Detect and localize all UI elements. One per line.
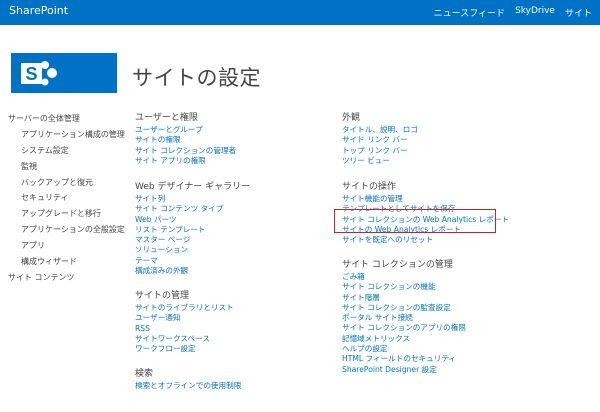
sites-link[interactable]: サイト [565, 6, 592, 19]
suite-bar: SharePoint ニュースフィード SkyDrive サイト [0, 0, 600, 25]
page-title: サイトの設定 [132, 66, 261, 90]
link-site-app-permissions[interactable]: サイト アプリの権限 [135, 156, 335, 166]
sharepoint-logo-icon: S [21, 61, 57, 86]
link-quick-launch[interactable]: サイド リンク バー [342, 135, 542, 145]
link-list-templates[interactable]: リスト テンプレート [135, 225, 335, 235]
link-libraries-lists[interactable]: サイトのライブラリとリスト [135, 303, 335, 313]
link-site-collection-app-permissions[interactable]: サイト コレクションのアプリの権限 [342, 323, 542, 333]
section-web-designer-galleries: Web デザイナー ギャラリー サイト列 サイト コンテンツ タイプ Web パ… [135, 181, 335, 276]
section-heading: ユーザーと権限 [135, 113, 198, 123]
nav-item-security[interactable]: セキュリティ [8, 190, 125, 206]
link-site-collection-features[interactable]: サイト コレクションの機能 [342, 282, 542, 292]
link-composed-looks[interactable]: 構成済みの外観 [135, 266, 335, 276]
section-heading: サイト コレクションの管理 [342, 260, 453, 270]
link-workflow-settings[interactable]: ワークフロー設定 [135, 344, 335, 354]
sharepoint-brand[interactable]: SharePoint [9, 4, 68, 17]
link-site-hierarchy[interactable]: サイト階層 [342, 293, 542, 303]
link-help-settings[interactable]: ヘルプの設定 [342, 344, 542, 354]
link-themes[interactable]: テーマ [135, 256, 335, 266]
link-content-types[interactable]: サイト コンテンツ タイプ [135, 204, 335, 214]
section-site-administration: サイトの管理 サイトのライブラリとリスト ユーザー通知 RSS サイトワークスペ… [135, 290, 335, 354]
nav-item-system-settings[interactable]: システム設定 [8, 143, 125, 159]
nav-item-upgrade-migration[interactable]: アップグレードと移行 [8, 206, 125, 222]
nav-item-site-contents[interactable]: サイト コンテンツ [8, 270, 125, 286]
newsfeed-link[interactable]: ニュースフィード [434, 6, 505, 19]
link-solutions[interactable]: ソリューション [135, 245, 335, 255]
section-heading: サイトの管理 [135, 291, 190, 301]
link-sharepoint-designer-settings[interactable]: SharePoint Designer 設定 [342, 365, 542, 375]
link-site-permissions[interactable]: サイトの権限 [135, 135, 335, 145]
nav-item-app-management[interactable]: アプリケーション構成の管理 [8, 127, 125, 143]
skydrive-link[interactable]: SkyDrive [515, 6, 555, 19]
svg-text:S: S [25, 64, 37, 84]
section-heading: 検索 [135, 369, 154, 379]
quick-launch: サーバーの全体管理 アプリケーション構成の管理 システム設定 監視 バックアップ… [8, 111, 125, 286]
link-audit-settings[interactable]: サイト コレクションの監査設定 [342, 303, 542, 313]
section-site-collection-administration: サイト コレクションの管理 ごみ箱 サイト コレクションの機能 サイト階層 サイ… [342, 259, 542, 375]
highlight-box [334, 209, 496, 233]
link-top-link-bar[interactable]: トップ リンク バー [342, 146, 542, 156]
nav-item-config-wizards[interactable]: 構成ウィザード [8, 254, 125, 270]
link-people-groups[interactable]: ユーザーとグループ [135, 125, 335, 135]
section-users-permissions: ユーザーと権限 ユーザーとグループ サイトの権限 サイト コレクションの管理者 … [135, 112, 335, 166]
sharepoint-logo[interactable]: S [11, 53, 117, 93]
link-user-alerts[interactable]: ユーザー通知 [135, 313, 335, 323]
link-html-field-security[interactable]: HTML フィールドのセキュリティ [342, 354, 542, 364]
nav-item-apps[interactable]: アプリ [8, 238, 125, 254]
link-tree-view[interactable]: ツリー ビュー [342, 156, 542, 166]
link-recycle-bin[interactable]: ごみ箱 [342, 272, 542, 282]
nav-item-central-admin[interactable]: サーバーの全体管理 [8, 111, 125, 127]
section-heading: Web デザイナー ギャラリー [135, 182, 251, 192]
link-search-offline[interactable]: 検索とオフラインでの使用制限 [135, 381, 335, 391]
link-web-parts[interactable]: Web パーツ [135, 215, 335, 225]
suite-nav: ニュースフィード SkyDrive サイト [434, 6, 592, 19]
nav-item-monitoring[interactable]: 監視 [8, 159, 125, 175]
link-master-pages[interactable]: マスター ページ [135, 235, 335, 245]
section-look-and-feel: 外観 タイトル、説明、ロゴ サイド リンク バー トップ リンク バー ツリー … [342, 112, 542, 166]
section-search: 検索 検索とオフラインでの使用制限 [135, 368, 335, 391]
link-site-columns[interactable]: サイト列 [135, 194, 335, 204]
link-site-collection-admins[interactable]: サイト コレクションの管理者 [135, 146, 335, 156]
link-rss[interactable]: RSS [135, 324, 335, 334]
link-title-description-logo[interactable]: タイトル、説明、ロゴ [342, 125, 542, 135]
nav-item-general-settings[interactable]: アプリケーションの全般設定 [8, 222, 125, 238]
section-heading: 外観 [342, 113, 361, 123]
nav-item-backup-restore[interactable]: バックアップと復元 [8, 175, 125, 191]
link-portal-site-connection[interactable]: ポータル サイト接続 [342, 313, 542, 323]
section-heading: サイトの操作 [342, 182, 397, 192]
link-manage-site-features[interactable]: サイト機能の管理 [342, 194, 542, 204]
link-storage-metrics[interactable]: 記憶域メトリックス [342, 334, 542, 344]
link-sites-workspaces[interactable]: サイトワークスペース [135, 334, 335, 344]
link-reset-to-site-definition[interactable]: サイトを既定へのリセット [342, 235, 542, 245]
